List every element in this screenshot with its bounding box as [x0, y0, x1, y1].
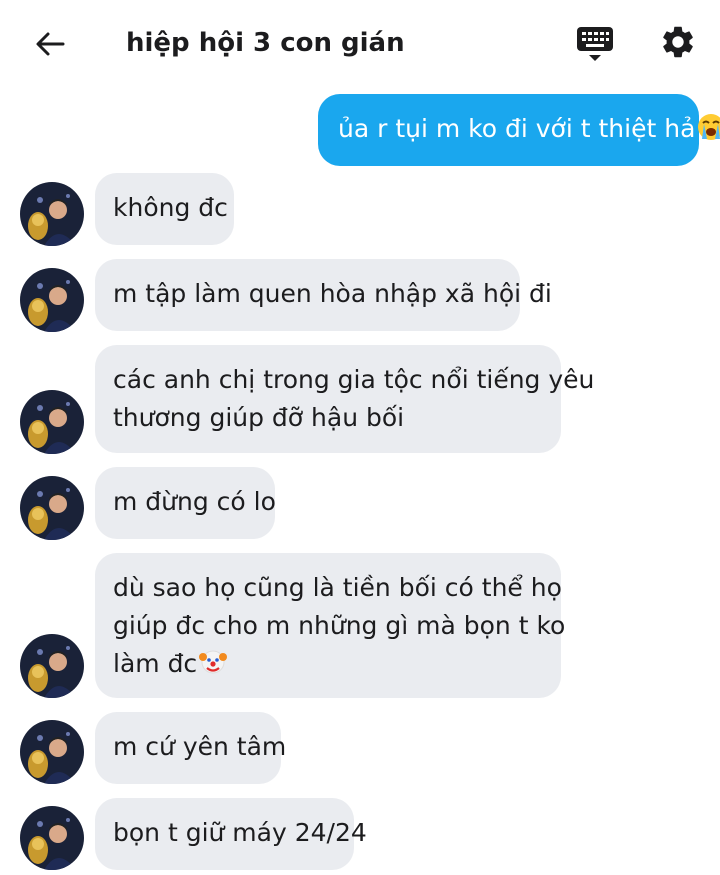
message-bubble-incoming[interactable]: m cứ yên tâm [95, 712, 286, 784]
message-bubble-outgoing[interactable]: ủa r tụi m ko đi với t thiệt hả [318, 94, 720, 166]
avatar-photo-icon [20, 476, 84, 540]
message-text: m cứ yên tâm [113, 732, 287, 761]
avatar-photo-icon [20, 634, 84, 698]
settings-button[interactable] [656, 20, 700, 64]
chat-title: hiệp hội 3 con gián [126, 28, 405, 58]
keyboard-button[interactable] [572, 22, 618, 66]
message-text-line: các anh chị trong gia tộc nổi tiếng yêu [113, 365, 595, 394]
message-text-line: giúp đc cho m những gì mà bọn t ko [113, 611, 566, 640]
back-button[interactable] [30, 24, 70, 64]
avatar[interactable] [20, 720, 84, 784]
chat-header: hiệp hội 3 con gián [0, 0, 720, 90]
avatar[interactable] [20, 476, 84, 540]
message-text: bọn t giữ máy 24/24 [113, 818, 367, 847]
message-text: không đc [113, 193, 228, 222]
avatar-photo-icon [20, 268, 84, 332]
arrow-left-icon [36, 32, 65, 56]
avatar-photo-icon [20, 720, 84, 784]
message-bubble-incoming[interactable]: các anh chị trong gia tộc nổi tiếng yêu … [95, 345, 595, 453]
gear-icon [663, 26, 693, 58]
message-text-line: dù sao họ cũng là tiền bối có thể họ [113, 573, 562, 602]
message-text: m tập làm quen hòa nhập xã hội đi [113, 279, 552, 308]
message-text-line: làm đc [113, 649, 198, 678]
message-text: m đừng có lo [113, 487, 276, 516]
message-text-line: thương giúp đỡ hậu bối [113, 403, 405, 432]
avatar-photo-icon [20, 806, 84, 870]
message-bubble-incoming[interactable]: m đừng có lo [95, 467, 276, 539]
avatar-photo-icon [20, 182, 84, 246]
message-bubble-incoming[interactable]: không đc [95, 173, 234, 245]
avatar[interactable] [20, 268, 84, 332]
avatar[interactable] [20, 806, 84, 870]
message-bubble-incoming[interactable]: dù sao họ cũng là tiền bối có thể họ giú… [95, 553, 566, 698]
message-bubble-incoming[interactable]: bọn t giữ máy 24/24 [95, 798, 367, 870]
loudly-crying-face-icon [698, 114, 720, 140]
avatar-photo-icon [20, 390, 84, 454]
avatar[interactable] [20, 390, 84, 454]
message-text: ủa r tụi m ko đi với t thiệt hả [338, 114, 696, 143]
keyboard-icon [577, 27, 613, 61]
avatar[interactable] [20, 182, 84, 246]
avatar[interactable] [20, 634, 84, 698]
message-bubble-incoming[interactable]: m tập làm quen hòa nhập xã hội đi [95, 259, 552, 331]
clown-face-icon [199, 650, 228, 674]
